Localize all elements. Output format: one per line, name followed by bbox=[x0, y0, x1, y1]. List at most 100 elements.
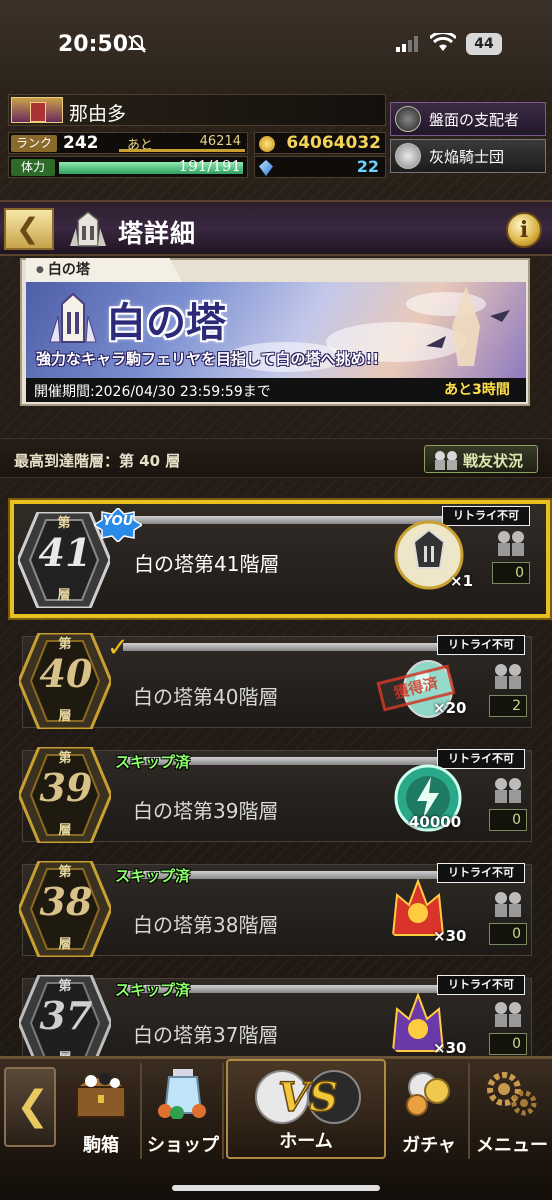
bottom-nav: ❮ 駒箱 ショップ VS ホーム ガチャ メニュー bbox=[0, 1056, 552, 1200]
allies-icon bbox=[495, 892, 521, 917]
allies-count-value: 0 bbox=[489, 1033, 527, 1055]
gem-value: 22 bbox=[356, 157, 379, 176]
floor-title: 白の塔第39階層 bbox=[133, 799, 279, 823]
guild-label: 灰焔騎士団 bbox=[429, 148, 505, 166]
allies-count-value: 0 bbox=[492, 562, 530, 584]
nav-back-button[interactable]: ❮ bbox=[4, 1067, 56, 1147]
page-title: 塔詳細 bbox=[118, 219, 197, 248]
reward-count: 40000 bbox=[409, 813, 462, 831]
allies-status-label: 戦友状況 bbox=[463, 452, 524, 470]
reward-count: ×1 bbox=[450, 572, 474, 590]
floor-number: 38 bbox=[39, 879, 93, 924]
rank-value: 242 bbox=[63, 133, 99, 153]
gacha-coins-icon bbox=[406, 1072, 450, 1116]
floor-row-38[interactable]: 第 38 層 スキップ済 白の塔第38階層 リトライ不可 ×30 0 bbox=[19, 861, 532, 957]
nav-gacha-label: ガチャ bbox=[402, 1135, 456, 1156]
floor-row-40[interactable]: 第 40 層 ✓ 白の塔第40階層 リトライ不可 獲得済 ×20 2 bbox=[19, 633, 532, 729]
you-label: YOU bbox=[102, 514, 134, 529]
nav-komabako-label: 駒箱 bbox=[83, 1135, 119, 1156]
floor-prefix: 第 bbox=[58, 979, 72, 994]
title-badge-label: 盤面の支配者 bbox=[429, 111, 520, 129]
floor-title: 白の塔第38階層 bbox=[133, 913, 279, 937]
nav-shop[interactable]: ショップ bbox=[144, 1063, 224, 1159]
chevron-left-icon: ❮ bbox=[16, 1083, 50, 1129]
wifi-icon bbox=[430, 33, 456, 51]
title-badge-guild[interactable]: 灰焔騎士団 bbox=[390, 139, 546, 173]
player-name-row[interactable]: 那由多 bbox=[8, 94, 386, 126]
battery-indicator: 44 bbox=[466, 33, 502, 55]
gold-box: 64064032 bbox=[254, 132, 386, 154]
nav-gacha[interactable]: ガチャ bbox=[390, 1063, 470, 1159]
floor-title: 白の塔第40階層 bbox=[133, 685, 279, 709]
floor-suffix: 層 bbox=[58, 823, 72, 838]
floor-prefix: 第 bbox=[58, 865, 72, 880]
floor-row-39[interactable]: 第 39 層 スキップ済 白の塔第39階層 リトライ不可 40000 0 bbox=[19, 747, 532, 843]
tower-icon bbox=[70, 211, 106, 247]
rank-progress-bar bbox=[119, 149, 245, 152]
floor-number: 37 bbox=[39, 993, 93, 1038]
stamina-label: 体力 bbox=[11, 159, 55, 176]
retry-tag: リトライ不可 bbox=[437, 975, 525, 995]
signal-icon bbox=[396, 36, 418, 52]
allies-icon bbox=[495, 664, 521, 689]
stamina-value: 191/191 bbox=[178, 157, 241, 175]
bell-muted-icon bbox=[127, 34, 147, 53]
shop-potion-icon bbox=[158, 1069, 206, 1119]
allies-count-value: 2 bbox=[489, 695, 527, 717]
player-avatar bbox=[11, 97, 63, 123]
event-period: 開催期間:2026/04/30 23:59:59まで bbox=[34, 384, 271, 400]
time-remaining: あと3時間 bbox=[432, 380, 522, 400]
floor-row-41[interactable]: 第 41 層 YOU 白の塔第41階層 リトライ不可 ×1 0 bbox=[10, 500, 550, 618]
cleared-check-icon: ✓ bbox=[107, 633, 129, 663]
status-bar: 20:50 44 bbox=[0, 0, 552, 90]
nav-komabako[interactable]: 駒箱 bbox=[62, 1063, 142, 1159]
allies-count-value: 0 bbox=[489, 923, 527, 945]
player-panel: 那由多 ランク 242 あと 46214 体力 191/191 64064032… bbox=[8, 92, 386, 182]
allies-count-value: 0 bbox=[489, 809, 527, 831]
nav-shop-label: ショップ bbox=[147, 1135, 219, 1156]
floor-title: 白の塔第41階層 bbox=[134, 552, 280, 576]
stamina-box: 体力 191/191 bbox=[8, 156, 248, 178]
reward-count: ×20 bbox=[433, 699, 467, 717]
nav-home[interactable]: VS ホーム bbox=[226, 1059, 386, 1159]
retry-tag: リトライ不可 bbox=[437, 635, 525, 655]
allies-icon bbox=[495, 1002, 521, 1027]
floor-number-badge: 第 39 層 bbox=[19, 747, 111, 843]
floor-number: 41 bbox=[38, 530, 92, 575]
floor-prefix: 第 bbox=[57, 516, 71, 531]
info-button[interactable]: i bbox=[506, 212, 542, 248]
title-badge-dominator[interactable]: 盤面の支配者 bbox=[390, 102, 546, 136]
treasure-chest-icon bbox=[74, 1073, 128, 1118]
skipped-label: スキップ済 bbox=[115, 867, 191, 885]
event-period-bar: 開催期間:2026/04/30 23:59:59まで あと3時間 bbox=[26, 378, 526, 402]
banner-title: 白の塔 bbox=[106, 299, 226, 346]
rank-next-exp: 46214 bbox=[199, 134, 241, 149]
retry-tag: リトライ不可 bbox=[437, 749, 525, 769]
vs-icon: VS bbox=[255, 1070, 361, 1124]
highest-floor: 最高到達階層：第 40 層 bbox=[14, 452, 181, 470]
nav-menu[interactable]: メニュー bbox=[472, 1063, 552, 1159]
floor-prefix: 第 bbox=[58, 637, 72, 652]
floor-suffix: 層 bbox=[58, 709, 72, 724]
floor-suffix: 層 bbox=[58, 937, 72, 952]
event-banner[interactable]: 白の塔 強力なキャラ駒フェリヤを目指して白の塔へ挑め!! bbox=[26, 282, 526, 378]
banner-tab: 白の塔 bbox=[26, 258, 182, 282]
nav-menu-label: メニュー bbox=[476, 1135, 548, 1156]
section-header: ❮ 塔詳細 i bbox=[0, 200, 552, 256]
floor-number-badge: 第 38 層 bbox=[19, 861, 111, 957]
floor-number-badge: 第 40 層 bbox=[19, 633, 111, 729]
reward-count: ×30 bbox=[433, 1039, 467, 1057]
back-button[interactable]: ❮ bbox=[4, 208, 54, 250]
gem-box: 22 bbox=[254, 156, 386, 178]
rank-box: ランク 242 あと 46214 bbox=[8, 132, 248, 154]
allies-status-button[interactable]: 戦友状況 bbox=[424, 445, 538, 473]
spire-illustration bbox=[426, 286, 510, 366]
gear-icon bbox=[487, 1072, 537, 1116]
rank-label: ランク bbox=[11, 135, 57, 152]
floor-title: 白の塔第37階層 bbox=[133, 1023, 279, 1047]
guild-portrait-icon bbox=[395, 143, 421, 169]
floor-suffix: 層 bbox=[57, 588, 71, 603]
nav-home-label: ホーム bbox=[279, 1131, 333, 1152]
white-tower-logo-icon bbox=[49, 292, 97, 343]
floor-number: 39 bbox=[39, 765, 93, 810]
